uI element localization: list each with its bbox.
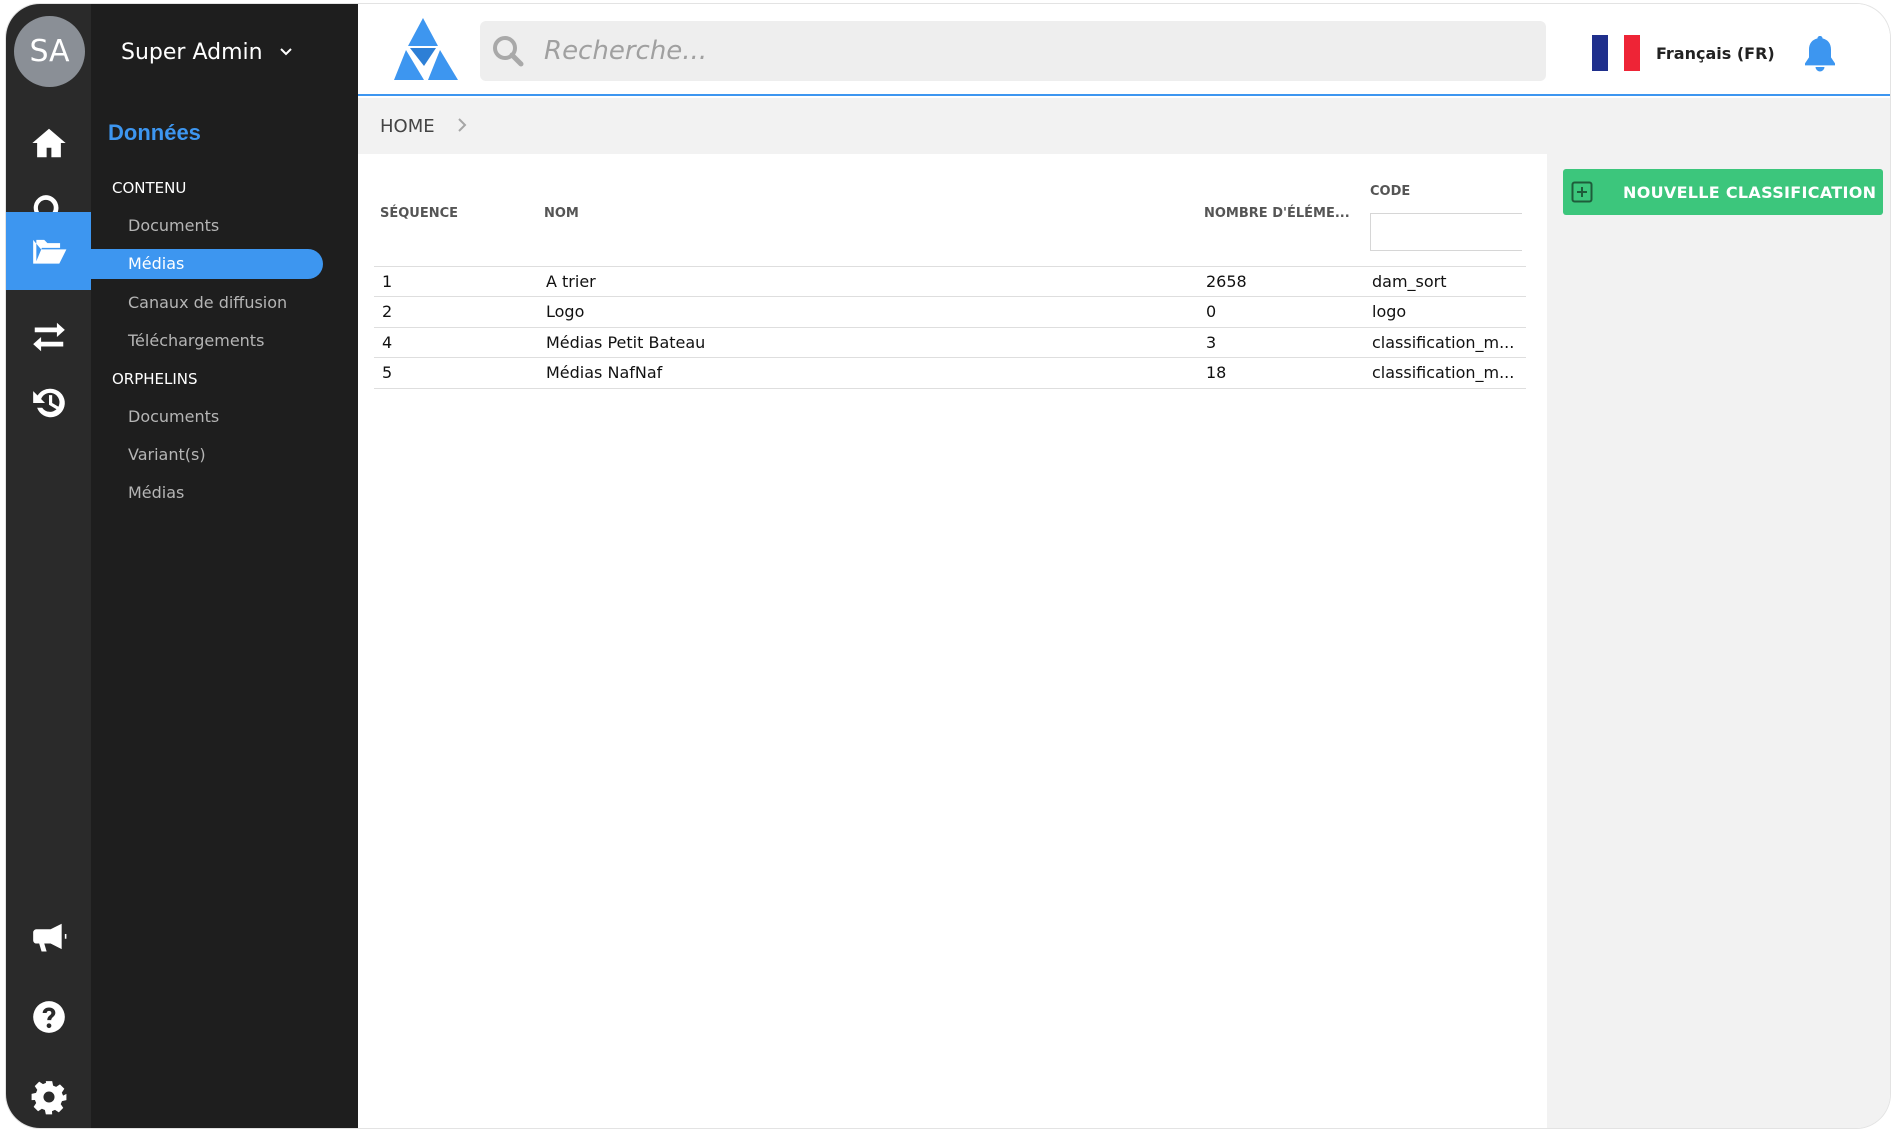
home-icon — [31, 128, 66, 158]
nav-item-medias[interactable]: Médias — [91, 249, 323, 279]
column-header-code[interactable]: CODE — [1370, 184, 1410, 199]
navigation-panel: Super Admin Données CONTENU Documents Mé… — [91, 4, 358, 1128]
nav-item-orphan-variants[interactable]: Variant(s) — [91, 440, 323, 470]
section-label-contenu: CONTENU — [112, 179, 187, 197]
cell-count: 3 — [1198, 327, 1364, 358]
help-icon — [32, 1001, 65, 1033]
nav-item-telechargements[interactable]: Téléchargements — [91, 326, 323, 356]
cell-count: 0 — [1198, 296, 1364, 328]
search-input[interactable] — [544, 21, 1524, 81]
cell-name: Médias Petit Bateau — [538, 327, 1198, 358]
french-flag-icon[interactable] — [1592, 35, 1640, 71]
table-row[interactable]: 5 Médias NafNaf 18 classification_m... — [374, 357, 1526, 389]
cell-count: 2658 — [1198, 266, 1364, 297]
classification-table: SÉQUENCE NOM NOMBRE D'ÉLÉME... CODE 1 A … — [374, 162, 1526, 389]
exchange-icon — [32, 322, 65, 352]
cell-code: classification_m... — [1364, 357, 1526, 389]
table-row[interactable]: 4 Médias Petit Bateau 3 classification_m… — [374, 327, 1526, 358]
search-icon — [493, 36, 524, 67]
avatar[interactable]: SA — [14, 16, 85, 87]
rail-help-button[interactable] — [6, 978, 91, 1056]
user-menu-label[interactable]: Super Admin — [121, 40, 263, 65]
nav-item-canaux-de-diffusion[interactable]: Canaux de diffusion — [91, 288, 323, 318]
column-header-sequence[interactable]: SÉQUENCE — [374, 162, 538, 267]
new-classification-button[interactable]: NOUVELLE CLASSIFICATION — [1563, 169, 1883, 215]
cell-code: logo — [1364, 296, 1526, 328]
nav-item-documents[interactable]: Documents — [91, 211, 323, 241]
nav-item-orphan-documents[interactable]: Documents — [91, 402, 323, 432]
folder-open-icon — [32, 239, 66, 264]
language-selector[interactable]: Français (FR) — [1656, 44, 1775, 63]
top-bar: Français (FR) — [358, 4, 1890, 96]
rail-settings-button[interactable] — [6, 1058, 91, 1128]
plus-square-icon — [1571, 181, 1593, 203]
rail-home-button[interactable] — [6, 104, 91, 182]
notification-bell-icon[interactable] — [1802, 34, 1838, 74]
nav-item-orphan-medias[interactable]: Médias — [91, 478, 323, 508]
main-content: SÉQUENCE NOM NOMBRE D'ÉLÉME... CODE 1 A … — [358, 154, 1547, 1128]
cell-sequence: 2 — [374, 296, 538, 328]
cell-sequence: 5 — [374, 357, 538, 389]
chevron-right-icon — [458, 118, 467, 132]
rail-announcements-button[interactable] — [6, 899, 91, 977]
section-label-orphelins: ORPHELINS — [112, 370, 198, 388]
app-root: SA Super Admin Données CONTENU Documents… — [0, 0, 1891, 1129]
history-icon — [32, 388, 65, 418]
cell-code: classification_m... — [1364, 327, 1526, 358]
rail-data-button[interactable] — [6, 212, 91, 290]
gear-icon — [31, 1081, 66, 1115]
cell-sequence: 4 — [374, 327, 538, 358]
actions-column: NOUVELLE CLASSIFICATION — [1547, 154, 1890, 1128]
icon-rail: SA — [6, 4, 91, 1128]
window-frame: SA Super Admin Données CONTENU Documents… — [6, 4, 1890, 1128]
cell-name: Médias NafNaf — [538, 357, 1198, 389]
table-header-row: SÉQUENCE NOM NOMBRE D'ÉLÉME... CODE — [374, 162, 1526, 267]
column-header-code-cell: CODE — [1364, 162, 1526, 267]
cell-sequence: 1 — [374, 266, 538, 297]
breadcrumb: HOME — [358, 98, 1890, 154]
rail-history-button[interactable] — [6, 364, 91, 442]
code-filter-input[interactable] — [1370, 213, 1522, 251]
new-classification-label: NOUVELLE CLASSIFICATION — [1623, 183, 1877, 202]
cell-name: Logo — [538, 296, 1198, 328]
megaphone-icon — [32, 923, 66, 952]
column-header-name[interactable]: NOM — [538, 162, 1198, 267]
column-header-count[interactable]: NOMBRE D'ÉLÉME... — [1198, 162, 1364, 267]
table-row[interactable]: 2 Logo 0 logo — [374, 296, 1526, 328]
panel-title: Données — [108, 120, 201, 145]
cell-name: A trier — [538, 266, 1198, 297]
app-logo[interactable] — [386, 16, 460, 82]
breadcrumb-home[interactable]: HOME — [380, 116, 435, 137]
search-bar — [480, 21, 1546, 81]
cell-code: dam_sort — [1364, 266, 1526, 297]
cell-count: 18 — [1198, 357, 1364, 389]
chevron-down-icon[interactable] — [276, 42, 296, 62]
table-row[interactable]: 1 A trier 2658 dam_sort — [374, 266, 1526, 297]
